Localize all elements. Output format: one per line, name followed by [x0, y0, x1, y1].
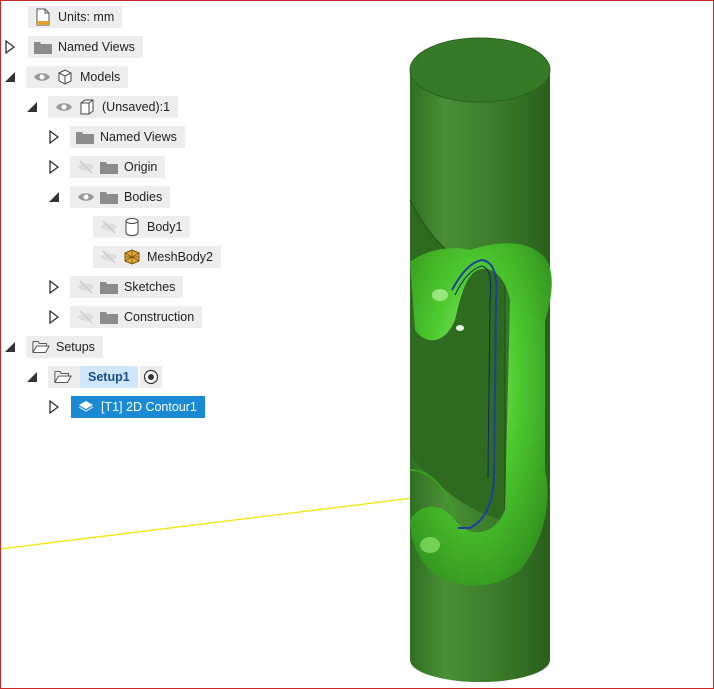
- expand-component-named-views-toggle[interactable]: [47, 129, 61, 145]
- setups-label: Setups: [56, 340, 95, 354]
- operation-label: [T1] 2D Contour1: [101, 400, 197, 414]
- chevron-right-icon: [5, 40, 15, 54]
- eye-icon[interactable]: [32, 68, 52, 86]
- chevron-down-icon: [5, 72, 15, 82]
- tree-node-named-views[interactable]: Named Views: [28, 36, 143, 58]
- open-folder-setup-icon: [32, 338, 50, 356]
- tree-node-component[interactable]: (Unsaved):1: [48, 96, 179, 118]
- eye-hidden-icon[interactable]: [99, 248, 119, 266]
- expand-sketches-toggle[interactable]: [47, 279, 61, 295]
- expand-operation-toggle[interactable]: [47, 399, 61, 415]
- collapse-models-toggle[interactable]: [3, 69, 17, 85]
- folder-icon: [76, 128, 94, 146]
- units-label: Units: mm: [58, 10, 115, 24]
- sketches-label: Sketches: [124, 280, 176, 294]
- collapse-bodies-toggle[interactable]: [47, 189, 61, 205]
- folder-icon: [100, 308, 118, 326]
- folder-icon: [100, 188, 118, 206]
- component-named-views-label: Named Views: [100, 130, 177, 144]
- open-folder-setup-icon: [54, 368, 72, 386]
- eye-hidden-icon[interactable]: [76, 158, 96, 176]
- radio-target-icon[interactable]: [139, 366, 162, 388]
- setup1-label[interactable]: Setup1: [80, 366, 138, 388]
- named-views-label: Named Views: [58, 40, 135, 54]
- tree-node-construction[interactable]: Construction: [70, 306, 203, 328]
- meshbody2-label: MeshBody2: [147, 250, 214, 264]
- tree-node-models[interactable]: Models: [26, 66, 129, 88]
- expand-construction-toggle[interactable]: [47, 309, 61, 325]
- eye-hidden-icon[interactable]: [76, 278, 96, 296]
- component-box-icon: [56, 68, 74, 86]
- chevron-down-icon: [27, 102, 37, 112]
- bodies-label: Bodies: [124, 190, 163, 204]
- component-label: (Unsaved):1: [102, 100, 171, 114]
- expand-origin-toggle[interactable]: [47, 159, 61, 175]
- toolpath-op-icon: [77, 398, 95, 416]
- tree-node-body1[interactable]: Body1: [93, 216, 191, 238]
- origin-label: Origin: [124, 160, 158, 174]
- component-box-icon: [78, 98, 96, 116]
- tree-node-component-named-views[interactable]: Named Views: [70, 126, 185, 148]
- eye-icon[interactable]: [76, 188, 96, 206]
- folder-icon: [100, 278, 118, 296]
- chevron-down-icon: [27, 372, 37, 382]
- tree-node-bodies[interactable]: Bodies: [70, 186, 171, 208]
- folder-icon: [34, 38, 52, 56]
- models-label: Models: [80, 70, 121, 84]
- chevron-right-icon: [49, 130, 59, 144]
- chevron-down-icon: [5, 342, 15, 352]
- folder-icon: [100, 158, 118, 176]
- collapse-component-toggle[interactable]: [25, 99, 39, 115]
- construction-axis-line: [0, 490, 471, 550]
- document-ruler-icon: [34, 8, 52, 26]
- tree-node-meshbody2[interactable]: MeshBody2: [93, 246, 222, 268]
- cylinder-body-icon: [123, 218, 141, 236]
- tree-node-setups[interactable]: Setups: [26, 336, 103, 358]
- expand-named-views-toggle[interactable]: [3, 39, 17, 55]
- eye-hidden-icon[interactable]: [99, 218, 119, 236]
- tree-node-operation[interactable]: [T1] 2D Contour1: [71, 396, 205, 418]
- collapse-setup1-toggle[interactable]: [25, 369, 39, 385]
- mesh-body-icon: [123, 248, 141, 266]
- chevron-right-icon: [49, 310, 59, 324]
- tree-node-sketches[interactable]: Sketches: [70, 276, 184, 298]
- body1-label: Body1: [147, 220, 183, 234]
- collapse-setups-toggle[interactable]: [3, 339, 17, 355]
- chevron-right-icon: [49, 400, 59, 414]
- construction-label: Construction: [124, 310, 195, 324]
- tree-node-origin[interactable]: Origin: [70, 156, 166, 178]
- eye-icon[interactable]: [54, 98, 74, 116]
- tree-node-setup1[interactable]: Setup1: [48, 366, 162, 388]
- eye-hidden-icon[interactable]: [76, 308, 96, 326]
- chevron-right-icon: [49, 280, 59, 294]
- tree-node-units[interactable]: Units: mm: [28, 6, 123, 28]
- chevron-right-icon: [49, 160, 59, 174]
- chevron-down-icon: [49, 192, 59, 202]
